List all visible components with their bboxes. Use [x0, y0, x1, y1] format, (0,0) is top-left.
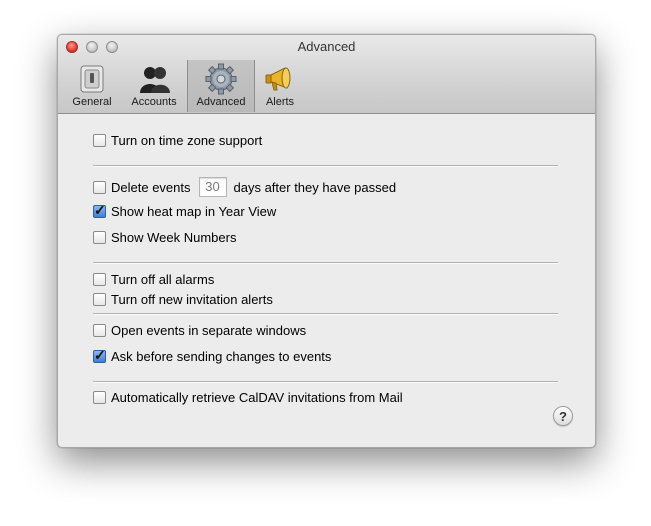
- heat-map-checkbox[interactable]: ✓: [93, 201, 106, 218]
- checkmark-icon: ✓: [94, 346, 106, 363]
- delete-events-checkbox[interactable]: [93, 180, 106, 194]
- caldav-option[interactable]: Automatically retrieve CalDAV invitation…: [93, 388, 403, 406]
- tab-general-label: General: [72, 96, 112, 108]
- toolbar: Advanced General Accounts Advanced Alert…: [58, 35, 595, 114]
- heat-map-label: Show heat map in Year View: [111, 203, 277, 219]
- tab-accounts[interactable]: Accounts: [125, 60, 183, 112]
- time-zone-label: Turn on time zone support: [111, 132, 263, 148]
- preferences-window: Advanced General Accounts Advanced Alert…: [57, 34, 596, 448]
- tab-alerts[interactable]: Alerts: [258, 60, 302, 112]
- tab-general[interactable]: General: [68, 60, 116, 112]
- accounts-icon: [140, 67, 170, 93]
- gear-icon: [205, 63, 237, 95]
- delete-days-field[interactable]: 30: [198, 177, 227, 197]
- tab-alerts-label: Alerts: [265, 96, 295, 108]
- ask-before-checkbox[interactable]: ✓: [93, 346, 106, 363]
- checkmark-icon: ✓: [94, 201, 106, 218]
- help-button[interactable]: ?: [553, 406, 573, 426]
- separator: [93, 165, 558, 167]
- week-numbers-checkbox[interactable]: [93, 230, 106, 244]
- caldav-checkbox[interactable]: [93, 390, 106, 404]
- separator: [93, 313, 558, 315]
- caldav-label: Automatically retrieve CalDAV invitation…: [111, 389, 403, 405]
- time-zone-option[interactable]: Turn on time zone support: [93, 131, 262, 149]
- all-alarms-option[interactable]: Turn off all alarms: [93, 270, 214, 288]
- invitation-alerts-option[interactable]: Turn off new invitation alerts: [93, 290, 273, 308]
- delete-events-option[interactable]: Delete events 30 days after they have pa…: [93, 176, 396, 198]
- switch-icon: [80, 65, 104, 93]
- time-zone-checkbox[interactable]: [93, 133, 106, 147]
- separate-windows-option[interactable]: Open events in separate windows: [93, 321, 306, 339]
- tab-advanced-label: Advanced: [196, 96, 246, 108]
- ask-before-label: Ask before sending changes to events: [111, 348, 332, 364]
- week-numbers-option[interactable]: Show Week Numbers: [93, 228, 236, 246]
- tab-accounts-label: Accounts: [131, 96, 177, 108]
- invitation-alerts-label: Turn off new invitation alerts: [111, 291, 273, 307]
- separator: [93, 262, 558, 264]
- all-alarms-label: Turn off all alarms: [111, 271, 215, 287]
- heat-map-option[interactable]: ✓ Show heat map in Year View: [93, 202, 276, 220]
- invitation-alerts-checkbox[interactable]: [93, 292, 106, 306]
- delete-events-suffix: days after they have passed: [233, 179, 397, 195]
- delete-events-label: Delete events: [111, 179, 191, 195]
- tab-advanced[interactable]: Advanced: [187, 60, 255, 112]
- week-numbers-label: Show Week Numbers: [111, 229, 237, 245]
- all-alarms-checkbox[interactable]: [93, 272, 106, 286]
- separate-windows-label: Open events in separate windows: [111, 322, 307, 338]
- separate-windows-checkbox[interactable]: [93, 323, 106, 337]
- megaphone-icon: [265, 67, 291, 91]
- separator: [93, 381, 558, 383]
- window-title: Advanced: [297, 39, 356, 54]
- ask-before-option[interactable]: ✓ Ask before sending changes to events: [93, 347, 331, 365]
